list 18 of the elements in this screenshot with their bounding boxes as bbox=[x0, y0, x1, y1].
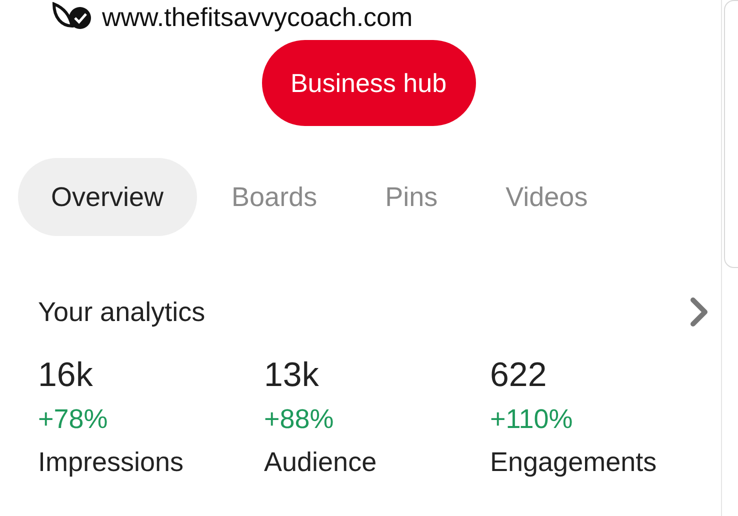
metric-label: Impressions bbox=[38, 446, 185, 479]
tab[interactable]: Boards bbox=[198, 158, 350, 236]
business-hub-button[interactable]: Business hub bbox=[262, 40, 476, 126]
metric-change: +88% bbox=[264, 403, 335, 436]
metric-value: 16k bbox=[38, 355, 94, 396]
website-link[interactable]: www.thefitsavvycoach.com bbox=[102, 3, 413, 31]
verified-leaf-icon bbox=[50, 2, 94, 32]
tab[interactable]: Videos bbox=[472, 158, 621, 236]
tab[interactable]: Overview bbox=[18, 158, 197, 236]
metric-label: Engagements bbox=[490, 446, 658, 479]
metric-change: +110% bbox=[490, 403, 574, 436]
metric-value: 13k bbox=[264, 355, 320, 396]
metric-value: 622 bbox=[490, 355, 548, 396]
analytics-title: Your analytics bbox=[38, 296, 206, 328]
chevron-right-icon[interactable] bbox=[689, 296, 709, 328]
metric-change: +78% bbox=[38, 403, 109, 436]
metric-label: Audience bbox=[264, 446, 378, 479]
tab[interactable]: Pins bbox=[352, 158, 471, 236]
